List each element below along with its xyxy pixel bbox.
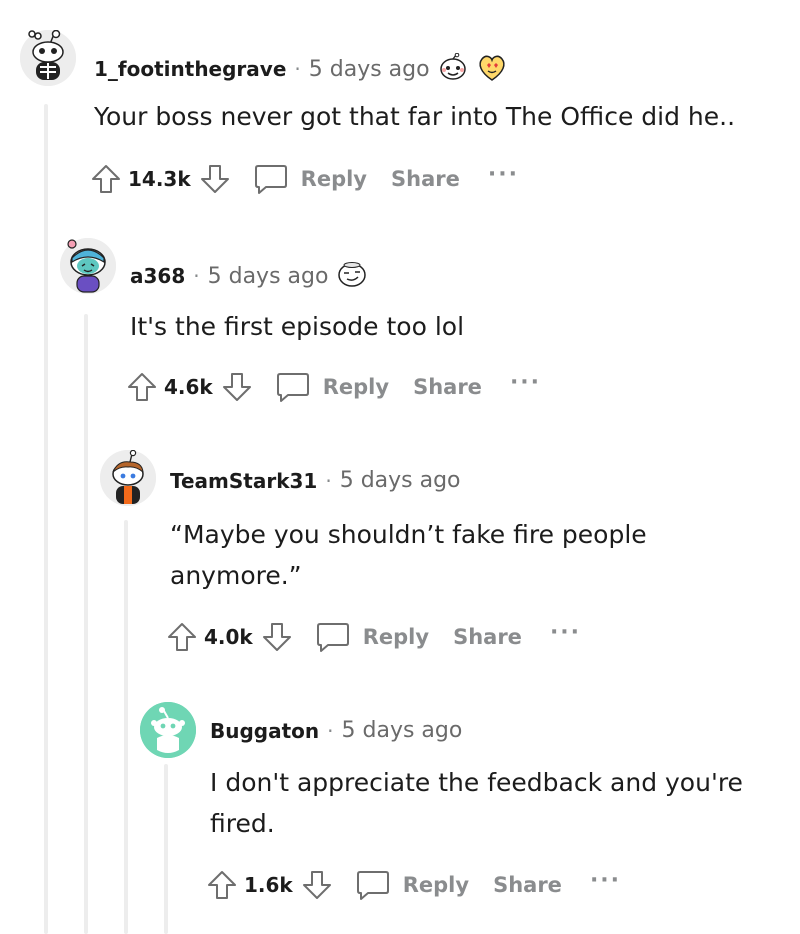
wholesome-award-icon[interactable] <box>438 52 468 85</box>
default-snoo-icon <box>140 702 196 758</box>
reply-comment-icon[interactable] <box>275 370 311 404</box>
timestamp[interactable]: 5 days ago <box>309 57 430 82</box>
beanie-snoo-avatar[interactable] <box>60 238 116 294</box>
timestamp[interactable]: 5 days ago <box>340 468 461 493</box>
hoodie-snoo-avatar[interactable] <box>100 449 156 506</box>
comment-meta: TeamStark31 · 5 days ago <box>170 468 461 493</box>
more-options-icon[interactable]: ··· <box>590 868 621 893</box>
comment-actions: 4.0k Reply Share ··· <box>166 620 581 654</box>
skeleton-snoo-avatar[interactable] <box>20 29 76 86</box>
smirk-award-icon[interactable] <box>336 260 368 292</box>
reply-comment-icon[interactable] <box>315 620 351 654</box>
reply-comment-icon[interactable] <box>253 162 289 196</box>
comment-meta: Buggaton · 5 days ago <box>210 718 462 743</box>
comment-meta: a368 · 5 days ago <box>130 260 368 292</box>
reply-comment-icon[interactable] <box>355 868 391 902</box>
vote-score: 4.6k <box>164 375 213 399</box>
comment-body-line: fired. <box>210 809 275 838</box>
share-button[interactable]: Share <box>453 625 522 649</box>
share-button[interactable]: Share <box>493 873 562 897</box>
reply-button[interactable]: Reply <box>301 167 367 191</box>
reply-button[interactable]: Reply <box>323 375 389 399</box>
meta-separator: · <box>327 718 334 743</box>
comment-body: I don't appreciate the feedback and you'… <box>210 762 790 844</box>
upvote-icon[interactable] <box>206 869 238 901</box>
downvote-icon[interactable] <box>261 621 293 653</box>
comment-meta: 1_footinthegrave · 5 days ago <box>94 52 508 86</box>
meta-separator: · <box>193 264 200 288</box>
comment-body: “Maybe you shouldn’t fake fire people an… <box>170 514 780 596</box>
comment-actions: 4.6k Reply Share ··· <box>126 370 541 404</box>
more-options-icon[interactable]: ··· <box>488 162 519 187</box>
username[interactable]: TeamStark31 <box>170 469 317 493</box>
meta-separator: · <box>294 57 301 81</box>
beanie-snoo-icon <box>60 238 116 294</box>
downvote-icon[interactable] <box>199 163 231 195</box>
downvote-icon[interactable] <box>221 371 253 403</box>
upvote-icon[interactable] <box>166 621 198 653</box>
comment-body-line: It's the first episode too lol <box>130 312 465 341</box>
default-snoo-avatar[interactable] <box>140 702 196 758</box>
share-button[interactable]: Share <box>391 167 460 191</box>
downvote-icon[interactable] <box>301 869 333 901</box>
comment-body-line: “Maybe you shouldn’t fake fire people <box>170 520 647 549</box>
comment-actions: 14.3k Reply Share ··· <box>90 162 519 196</box>
comment-body-line: Your boss never got that far into The Of… <box>94 102 736 131</box>
share-button[interactable]: Share <box>413 375 482 399</box>
skeleton-snoo-icon <box>20 29 76 86</box>
comment-4: Buggaton · 5 days ago I don't appreciate… <box>0 680 800 934</box>
username[interactable]: a368 <box>130 264 185 288</box>
timestamp[interactable]: 5 days ago <box>342 718 463 743</box>
comment-body: Your boss never got that far into The Of… <box>94 96 774 137</box>
vote-score: 1.6k <box>244 873 293 897</box>
comment-body-line: I don't appreciate the feedback and you'… <box>210 768 743 797</box>
comment-3: TeamStark31 · 5 days ago “Maybe you shou… <box>0 420 800 680</box>
heart-eyes-award-icon[interactable] <box>476 52 508 86</box>
meta-separator: · <box>325 468 332 493</box>
vote-score: 14.3k <box>128 167 191 191</box>
hoodie-snoo-icon <box>100 449 156 506</box>
upvote-icon[interactable] <box>126 371 158 403</box>
comment-1: 1_footinthegrave · 5 days ago Your boss … <box>0 0 800 210</box>
upvote-icon[interactable] <box>90 163 122 195</box>
comment-body: It's the first episode too lol <box>130 306 770 347</box>
comment-body-line: anymore.” <box>170 561 302 590</box>
timestamp[interactable]: 5 days ago <box>208 264 329 289</box>
reply-button[interactable]: Reply <box>403 873 469 897</box>
username[interactable]: 1_footinthegrave <box>94 57 286 81</box>
vote-score: 4.0k <box>204 625 253 649</box>
reply-button[interactable]: Reply <box>363 625 429 649</box>
comment-actions: 1.6k Reply Share ··· <box>206 868 621 902</box>
comment-2: a368 · 5 days ago It's the first episode… <box>0 210 800 420</box>
username[interactable]: Buggaton <box>210 719 319 743</box>
more-options-icon[interactable]: ··· <box>510 370 541 395</box>
more-options-icon[interactable]: ··· <box>550 620 581 645</box>
